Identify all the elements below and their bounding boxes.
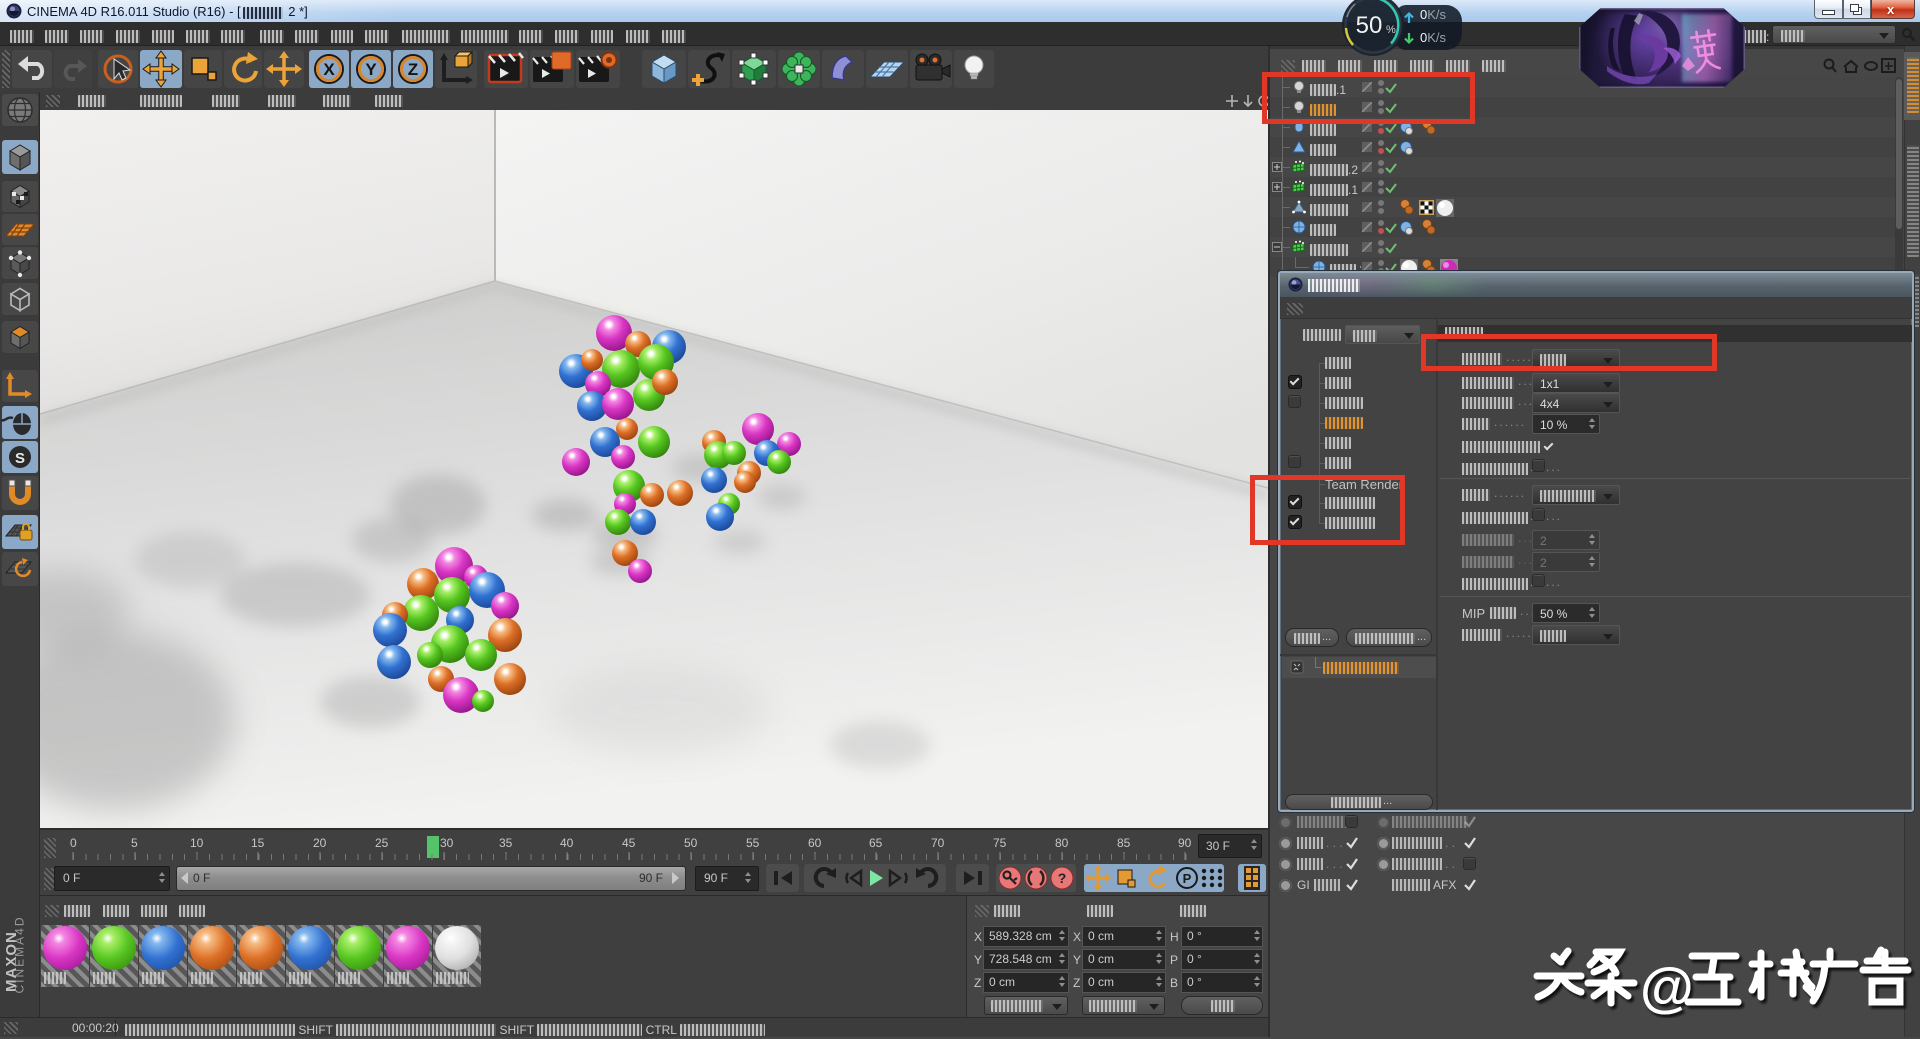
svg-text:55: 55 <box>746 836 760 850</box>
svg-text:90: 90 <box>1178 836 1192 850</box>
svg-text:25: 25 <box>375 836 389 850</box>
svg-text:75: 75 <box>993 836 1007 850</box>
svg-text:70: 70 <box>931 836 945 850</box>
svg-text:10: 10 <box>190 836 204 850</box>
svg-text:Z: Z <box>408 60 418 79</box>
svg-text:20: 20 <box>313 836 327 850</box>
svg-text:50: 50 <box>684 836 698 850</box>
svg-text:X: X <box>323 60 335 79</box>
svg-text:40: 40 <box>560 836 574 850</box>
svg-text:60: 60 <box>808 836 822 850</box>
svg-text:S: S <box>15 450 25 467</box>
svg-text:?: ? <box>1058 870 1067 886</box>
svg-text:80: 80 <box>1055 836 1069 850</box>
svg-text:35: 35 <box>499 836 513 850</box>
svg-text:30: 30 <box>440 836 454 850</box>
svg-text:45: 45 <box>622 836 636 850</box>
svg-text:85: 85 <box>1117 836 1131 850</box>
svg-text:65: 65 <box>869 836 883 850</box>
svg-text:0: 0 <box>70 836 77 850</box>
svg-text:5: 5 <box>131 836 138 850</box>
svg-text:Y: Y <box>365 60 377 79</box>
svg-text:P: P <box>1183 871 1192 886</box>
svg-text:15: 15 <box>251 836 265 850</box>
